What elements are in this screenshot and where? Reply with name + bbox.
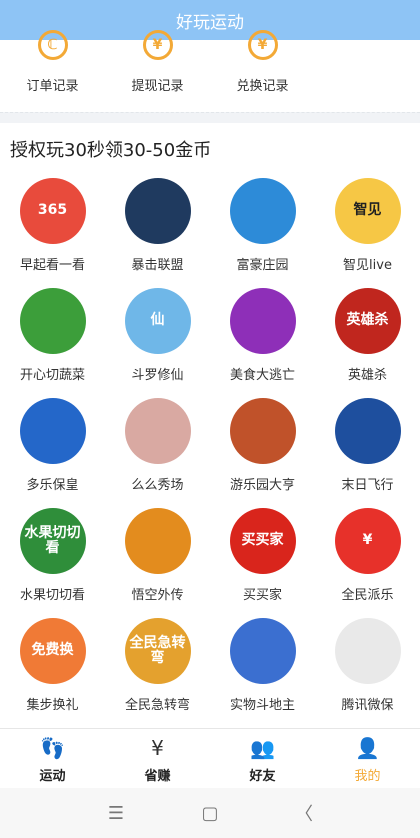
- app-name: 么么秀场: [131, 478, 184, 493]
- app-tile[interactable]: 暴击联盟: [105, 178, 210, 288]
- app-name: 全民派乐: [341, 588, 394, 603]
- tab-earn-label: 省赚: [144, 769, 171, 784]
- app-grid: 365 早起看一看 暴击联盟 富豪庄园 智见 智见live 开心切蔬菜仙斗罗修仙 美食大逃亡英…: [0, 178, 420, 728]
- app-name: 多乐保皇: [26, 478, 79, 493]
- app-name: 实物斗地主: [229, 698, 295, 713]
- records-row: ℂ 订单记录 ¥ 提现记录 ¥ 兑换记录: [0, 30, 420, 112]
- system-nav-bar: ☰ ▢ 〈: [0, 788, 420, 838]
- home-icon[interactable]: ▢: [198, 801, 222, 825]
- friends-icon: 👥: [250, 736, 275, 760]
- app-name: 斗罗修仙: [131, 368, 184, 383]
- app-name: 智见live: [343, 258, 392, 273]
- app-name: 集步换礼: [26, 698, 79, 713]
- app-tile[interactable]: 买买家 买买家: [210, 508, 315, 618]
- cow-icon: [229, 178, 296, 244]
- dragon-warrior-icon: [124, 178, 191, 244]
- tab-friends[interactable]: 👥 好友: [210, 729, 315, 789]
- app-tile[interactable]: 智见智见live: [315, 178, 420, 288]
- app-tile[interactable]: 实物斗地主: [210, 618, 315, 728]
- app-tile[interactable]: 末日飞行: [315, 398, 420, 508]
- xian-character-icon: 仙: [124, 288, 191, 354]
- app-tile[interactable]: 美食大逃亡: [210, 288, 315, 398]
- profile-icon: 👤: [355, 736, 380, 760]
- vegetables-icon: [19, 288, 86, 354]
- tab-mine[interactable]: 👤 我的: [315, 729, 420, 789]
- poker-cards-icon: [19, 398, 86, 464]
- maimaijia-logo-icon: 买买家: [229, 508, 296, 574]
- withdraw-record-button[interactable]: ¥ 提现记录: [105, 30, 210, 112]
- back-icon[interactable]: 〈: [292, 801, 316, 825]
- app-tile[interactable]: 免费换 集步换礼: [0, 618, 105, 728]
- running-shoe-icon: 免费换: [19, 618, 86, 684]
- app-tile[interactable]: 腾讯微保: [315, 618, 420, 728]
- tab-mine-label: 我的: [354, 769, 381, 784]
- app-tile[interactable]: 英雄杀 英雄杀: [315, 288, 420, 398]
- zhijian-logo-icon: 智见: [334, 178, 401, 244]
- calendar-365-icon: 365: [19, 178, 86, 244]
- tab-earn[interactable]: ¥ 省赚: [105, 729, 210, 789]
- app-tile[interactable]: 全民急转弯 全民急转弯: [105, 618, 210, 728]
- girl-portrait-icon: [124, 398, 191, 464]
- app-tile[interactable]: ¥ 全民派乐: [315, 508, 420, 618]
- tab-sport-label: 运动: [39, 769, 66, 784]
- app-tile[interactable]: 悟空外传: [105, 508, 210, 618]
- red-envelope-icon: ¥: [334, 508, 401, 574]
- exchange-record-label: 兑换记录: [236, 79, 289, 94]
- app-name: 悟空外传: [131, 588, 184, 603]
- app-name: 美食大逃亡: [229, 368, 295, 383]
- app-name: 末日飞行: [341, 478, 394, 493]
- app-tile[interactable]: 多乐保皇: [0, 398, 105, 508]
- menu-icon[interactable]: ☰: [104, 801, 128, 825]
- app-tile[interactable]: 水果切切看 水果切切看: [0, 508, 105, 618]
- app-name: 开心切蔬菜: [19, 368, 85, 383]
- card-girl-icon: [229, 618, 296, 684]
- order-record-icon: ℂ: [37, 30, 68, 60]
- exchange-record-button[interactable]: ¥ 兑换记录: [210, 30, 315, 112]
- app-name: 买买家: [242, 588, 282, 603]
- fighter-plane-icon: [334, 398, 401, 464]
- money-bag-icon: ¥: [151, 736, 164, 760]
- app-name: 水果切切看: [19, 588, 85, 603]
- app-name: 腾讯微保: [341, 698, 394, 713]
- app-name: 富豪庄园: [236, 258, 289, 273]
- order-record-label: 订单记录: [26, 79, 79, 94]
- exchange-record-icon: ¥: [247, 30, 278, 60]
- app-tile[interactable]: 365 早起看一看: [0, 178, 105, 288]
- withdraw-record-label: 提现记录: [131, 79, 184, 94]
- penguin-icon: [334, 618, 401, 684]
- records-spacer: [315, 40, 420, 112]
- app-name: 全民急转弯: [124, 698, 190, 713]
- app-tile[interactable]: 开心切蔬菜: [0, 288, 105, 398]
- tab-friends-label: 好友: [249, 769, 276, 784]
- section-title: 授权玩30秒领30-50金币: [10, 140, 212, 161]
- tab-sport[interactable]: 👣 运动: [0, 729, 105, 789]
- app-name: 暴击联盟: [131, 258, 184, 273]
- monkey-king-icon: [124, 508, 191, 574]
- app-tile[interactable]: 游乐园大亨: [210, 398, 315, 508]
- app-tile[interactable]: 仙斗罗修仙: [105, 288, 210, 398]
- section-divider: [0, 112, 420, 123]
- footprint-icon: 👣: [40, 736, 65, 760]
- app-tile[interactable]: 么么秀场: [105, 398, 210, 508]
- hero-kill-icon: 英雄杀: [334, 288, 401, 354]
- app-name: 游乐园大亨: [229, 478, 295, 493]
- app-name: 早起看一看: [19, 258, 85, 273]
- app-title: 好玩运动: [176, 12, 244, 33]
- app-tile[interactable]: 富豪庄园: [210, 178, 315, 288]
- app-name: 英雄杀: [347, 368, 387, 383]
- withdraw-record-icon: ¥: [142, 30, 173, 60]
- bottom-tab-bar: 👣 运动 ¥ 省赚 👥 好友 👤 我的: [0, 728, 420, 789]
- mustache-man-icon: [229, 398, 296, 464]
- food-character-icon: [229, 288, 296, 354]
- watermelon-icon: 水果切切看: [19, 508, 86, 574]
- order-record-button[interactable]: ℂ 订单记录: [0, 30, 105, 112]
- riddle-character-icon: 全民急转弯: [124, 618, 191, 684]
